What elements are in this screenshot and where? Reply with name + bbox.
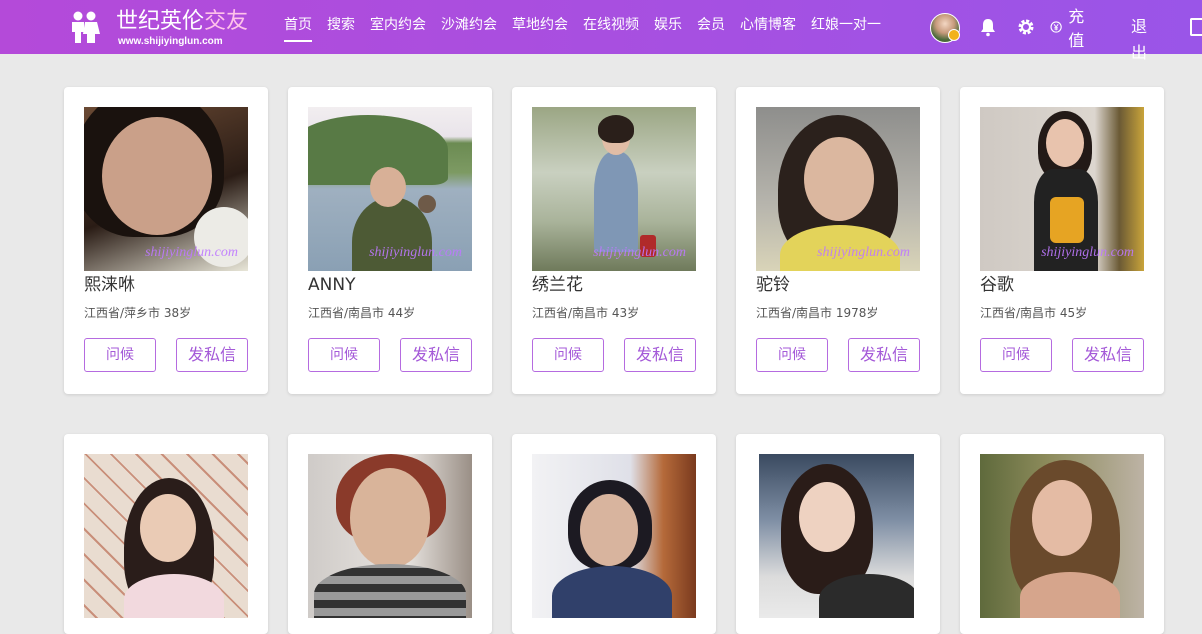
profile-name[interactable]: 熙涞咻 bbox=[84, 274, 135, 296]
profile-location-age: 江西省/南昌市 44岁 bbox=[308, 306, 416, 320]
profile-location-age: 江西省/萍乡市 38岁 bbox=[84, 306, 192, 320]
profile-photo[interactable]: shijiyinglun.com bbox=[756, 107, 920, 271]
profile-photo[interactable]: shijiyinglun.com bbox=[532, 107, 696, 271]
photo-watermark: shijiyinglun.com bbox=[369, 245, 462, 260]
send-message-button[interactable]: 发私信 bbox=[1072, 338, 1144, 372]
logo-title: 世纪英伦交友 bbox=[116, 9, 249, 34]
profile-photo[interactable] bbox=[532, 454, 696, 618]
profile-card bbox=[288, 434, 492, 634]
greet-button[interactable]: 问候 bbox=[84, 338, 156, 372]
profile-card bbox=[512, 434, 716, 634]
profile-photo[interactable]: shijiyinglun.com bbox=[308, 107, 472, 271]
recharge-label: 充值 bbox=[1068, 7, 1085, 50]
profile-card: shijiyinglun.com 熙涞咻 江西省/萍乡市 38岁 问候 发私信 bbox=[64, 87, 268, 394]
profile-name[interactable]: 驼铃 bbox=[756, 274, 790, 296]
device-icon[interactable] bbox=[1190, 18, 1202, 36]
nav-grass-date[interactable]: 草地约会 bbox=[512, 0, 568, 54]
profile-photo[interactable] bbox=[759, 454, 914, 618]
photo-watermark: shijiyinglun.com bbox=[145, 245, 238, 260]
logo-url: www.shijiyinglun.com bbox=[118, 36, 223, 47]
profile-card: shijiyinglun.com 谷歌 江西省/南昌市 45岁 问候 发私信 bbox=[960, 87, 1164, 394]
profile-card: shijiyinglun.com ANNY 江西省/南昌市 44岁 问候 发私信 bbox=[288, 87, 492, 394]
profile-card: shijiyinglun.com 驼铃 江西省/南昌市 1978岁 问候 发私信 bbox=[736, 87, 940, 394]
nav-matchmaker[interactable]: 红娘一对一 bbox=[811, 0, 881, 54]
profile-photo[interactable]: shijiyinglun.com bbox=[980, 107, 1144, 271]
greet-button[interactable]: 问候 bbox=[980, 338, 1052, 372]
nav-online-video[interactable]: 在线视频 bbox=[583, 0, 639, 54]
profile-name[interactable]: 绣兰花 bbox=[532, 274, 583, 296]
recharge-button[interactable]: 充值 bbox=[1050, 7, 1090, 50]
avatar-badge-icon bbox=[948, 29, 960, 41]
nav-home[interactable]: 首页 bbox=[284, 0, 312, 54]
profile-card bbox=[736, 434, 940, 634]
photo-watermark: shijiyinglun.com bbox=[817, 245, 910, 260]
profile-photo[interactable] bbox=[308, 454, 472, 618]
profile-name[interactable]: ANNY bbox=[308, 274, 355, 296]
nav-membership[interactable]: 会员 bbox=[697, 0, 725, 54]
greet-button[interactable]: 问候 bbox=[756, 338, 828, 372]
profile-location-age: 江西省/南昌市 43岁 bbox=[532, 306, 640, 320]
send-message-button[interactable]: 发私信 bbox=[400, 338, 472, 372]
profile-location-age: 江西省/南昌市 45岁 bbox=[980, 306, 1088, 320]
greet-button[interactable]: 问候 bbox=[532, 338, 604, 372]
logo-couple-icon bbox=[72, 11, 100, 43]
nav-mood-blog[interactable]: 心情博客 bbox=[740, 0, 796, 54]
profile-card bbox=[960, 434, 1164, 634]
site-logo[interactable]: 世纪英伦交友 www.shijiyinglun.com bbox=[68, 8, 268, 48]
greet-button[interactable]: 问候 bbox=[308, 338, 380, 372]
main-nav: 首页 搜索 室内约会 沙滩约会 草地约会 在线视频 娱乐 会员 心情博客 红娘一… bbox=[284, 0, 896, 54]
yuan-icon bbox=[1050, 21, 1062, 33]
profile-photo[interactable] bbox=[84, 454, 248, 618]
logout-button[interactable]: 退出 bbox=[1131, 14, 1147, 66]
bell-icon[interactable] bbox=[978, 17, 998, 37]
profile-name[interactable]: 谷歌 bbox=[980, 274, 1014, 296]
profile-location-age: 江西省/南昌市 1978岁 bbox=[756, 306, 879, 320]
photo-watermark: shijiyinglun.com bbox=[593, 245, 686, 260]
top-navigation-bar: 世纪英伦交友 www.shijiyinglun.com 首页 搜索 室内约会 沙… bbox=[0, 0, 1202, 62]
nav-search[interactable]: 搜索 bbox=[327, 0, 355, 54]
send-message-button[interactable]: 发私信 bbox=[848, 338, 920, 372]
nav-entertainment[interactable]: 娱乐 bbox=[654, 0, 682, 54]
photo-watermark: shijiyinglun.com bbox=[1041, 245, 1134, 260]
gear-icon[interactable] bbox=[1016, 17, 1036, 37]
nav-beach-date[interactable]: 沙滩约会 bbox=[441, 0, 497, 54]
send-message-button[interactable]: 发私信 bbox=[176, 338, 248, 372]
send-message-button[interactable]: 发私信 bbox=[624, 338, 696, 372]
profile-card: shijiyinglun.com 绣兰花 江西省/南昌市 43岁 问候 发私信 bbox=[512, 87, 716, 394]
profile-card bbox=[64, 434, 268, 634]
nav-indoor-date[interactable]: 室内约会 bbox=[370, 0, 426, 54]
profile-photo[interactable] bbox=[980, 454, 1144, 618]
profile-photo[interactable]: shijiyinglun.com bbox=[84, 107, 248, 271]
